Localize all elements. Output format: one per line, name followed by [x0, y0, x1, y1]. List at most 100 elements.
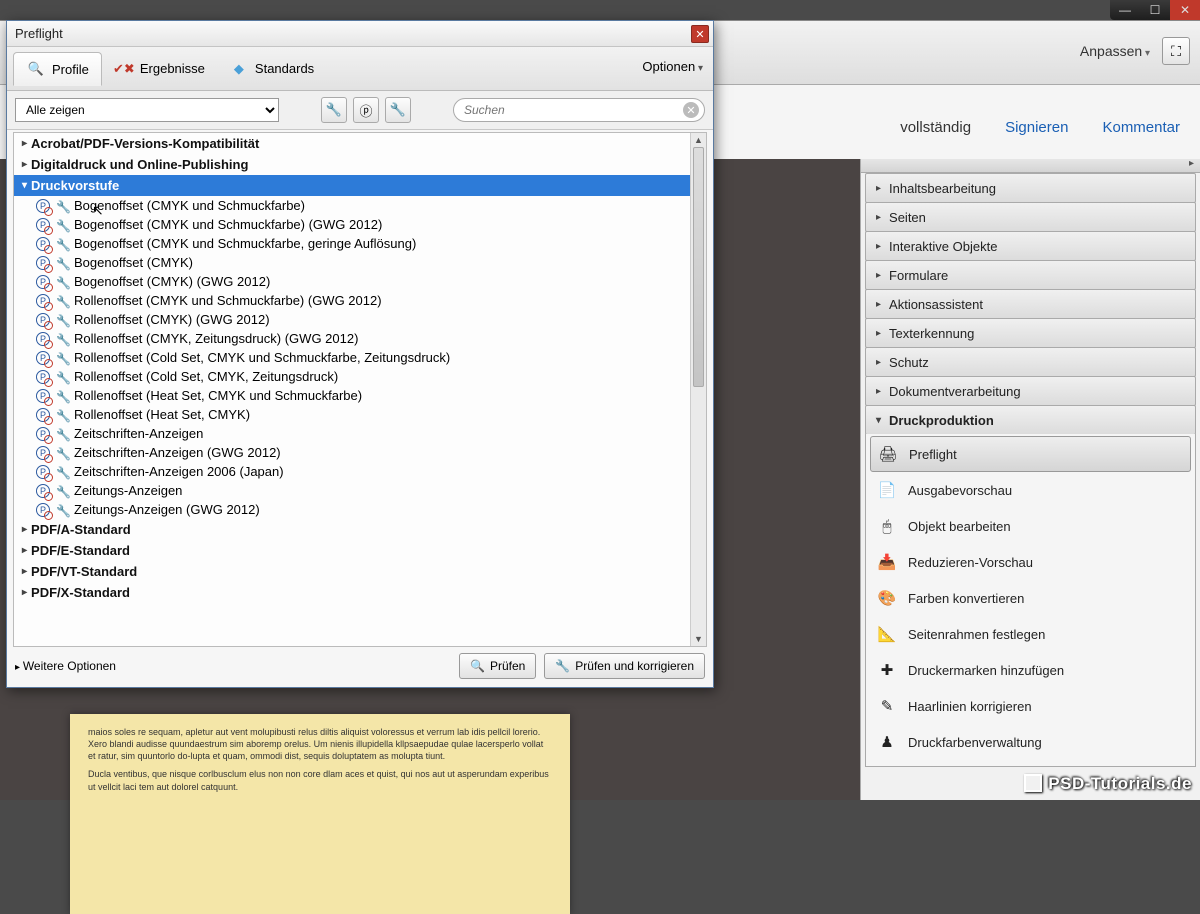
wrench-icon: 🔧 [56, 333, 68, 345]
toolbar-button-1[interactable]: 🔧 [321, 97, 347, 123]
pruefen-korrigieren-button[interactable]: 🔧 Prüfen und korrigieren [544, 653, 705, 679]
accordion-inhaltsbearbeitung[interactable]: Inhaltsbearbeitung [865, 173, 1196, 203]
scroll-up-icon[interactable]: ▲ [691, 133, 706, 147]
tool-reduzieren-vorschau[interactable]: 📥Reduzieren-Vorschau [870, 544, 1191, 580]
profile-item[interactable]: P🔧Rollenoffset (CMYK) (GWG 2012) [14, 310, 706, 329]
optionen-menu[interactable]: Optionen [642, 59, 703, 74]
profile-item[interactable]: P🔧Rollenoffset (Cold Set, CMYK und Schmu… [14, 348, 706, 367]
wrench-icon: 🔧 [56, 504, 68, 516]
profile-item[interactable]: P🔧Rollenoffset (Heat Set, CMYK) [14, 405, 706, 424]
tab-ergebnisse[interactable]: ✔✖ Ergebnisse [102, 53, 217, 85]
accordion-dokumentverarbeitung[interactable]: Dokumentverarbeitung [865, 376, 1196, 406]
profile-item[interactable]: P🔧Bogenoffset (CMYK) (GWG 2012) [14, 272, 706, 291]
profile-tree[interactable]: Acrobat/PDF-Versions-KompatibilitätDigit… [13, 132, 707, 647]
profile-icon: P [36, 237, 50, 251]
profile-icon: P [36, 389, 50, 403]
tab-vollstaendig[interactable]: vollständig [892, 115, 979, 140]
profile-label: Rollenoffset (Heat Set, CMYK und Schmuck… [74, 388, 362, 403]
magnifier-icon: 🔍 [26, 59, 46, 79]
profile-label: Rollenoffset (CMYK und Schmuckfarbe) (GW… [74, 293, 382, 308]
window-close-button[interactable]: ✕ [1170, 0, 1200, 20]
profile-icon: P [36, 218, 50, 232]
toolbar-button-2[interactable]: ⓟ [353, 97, 379, 123]
group-pdf-vt-standard[interactable]: PDF/VT-Standard [14, 561, 706, 582]
profile-label: Rollenoffset (Heat Set, CMYK) [74, 407, 250, 422]
weitere-optionen[interactable]: Weitere Optionen [15, 659, 116, 673]
search-input[interactable] [453, 98, 705, 122]
group-pdf-x-standard[interactable]: PDF/X-Standard [14, 582, 706, 603]
group-pdf-a-standard[interactable]: PDF/A-Standard [14, 519, 706, 540]
search-clear-icon[interactable]: ✕ [683, 102, 699, 118]
tool-druckermarken-hinzuf-gen[interactable]: ✚Druckermarken hinzufügen [870, 652, 1191, 688]
profile-item[interactable]: P🔧Bogenoffset (CMYK) [14, 253, 706, 272]
profile-icon: P [36, 294, 50, 308]
accordion-schutz[interactable]: Schutz [865, 347, 1196, 377]
tool-seitenrahmen-festlegen[interactable]: 📐Seitenrahmen festlegen [870, 616, 1191, 652]
tool-haarlinien-korrigieren[interactable]: ✎Haarlinien korrigieren [870, 688, 1191, 724]
wrench-icon: 🔧 [56, 447, 68, 459]
group-druckvorstufe[interactable]: Druckvorstufe [14, 175, 706, 196]
tool-objekt-bearbeiten[interactable]: 🖱Objekt bearbeiten [870, 508, 1191, 544]
profile-label: Rollenoffset (Cold Set, CMYK, Zeitungsdr… [74, 369, 338, 384]
filter-select[interactable]: Alle zeigen [15, 98, 279, 122]
profile-item[interactable]: P🔧Bogenoffset (CMYK und Schmuckfarbe) (G… [14, 215, 706, 234]
pruefen-button[interactable]: 🔍 Prüfen [459, 653, 536, 679]
tool-ausgabevorschau[interactable]: 📄Ausgabevorschau [870, 472, 1191, 508]
scroll-thumb[interactable] [693, 147, 704, 387]
tool-preflight[interactable]: 🖨Preflight [870, 436, 1191, 472]
tool-label: Druckfarbenverwaltung [908, 735, 1042, 750]
group-acrobat-pdf-versions-kompatibilit-t[interactable]: Acrobat/PDF-Versions-Kompatibilität [14, 133, 706, 154]
dialog-titlebar[interactable]: Preflight ✕ [7, 21, 713, 47]
profile-item[interactable]: P🔧Bogenoffset (CMYK und Schmuckfarbe, ge… [14, 234, 706, 253]
profile-label: Rollenoffset (CMYK, Zeitungsdruck) (GWG … [74, 331, 358, 346]
profile-item[interactable]: P🔧Zeitungs-Anzeigen (GWG 2012) [14, 500, 706, 519]
druckproduktion-tools: 🖨Preflight📄Ausgabevorschau🖱Objekt bearbe… [865, 434, 1196, 767]
profile-item[interactable]: P🔧Zeitschriften-Anzeigen 2006 (Japan) [14, 462, 706, 481]
tab-standards[interactable]: ◆ Standards [217, 53, 326, 85]
tool-label: Farben konvertieren [908, 591, 1024, 606]
tool-icon: 🖱 [878, 517, 896, 535]
tab-signieren[interactable]: Signieren [997, 115, 1076, 140]
scroll-down-icon[interactable]: ▼ [691, 632, 706, 646]
tools-panel: InhaltsbearbeitungSeitenInteraktive Obje… [860, 159, 1200, 800]
panel-header[interactable] [861, 159, 1200, 173]
accordion-formulare[interactable]: Formulare [865, 260, 1196, 290]
wrench-icon: 🔧 [56, 466, 68, 478]
wrench-icon: 🔧 [56, 314, 68, 326]
anpassen-menu[interactable]: Anpassen [1080, 43, 1150, 59]
scrollbar[interactable]: ▲ ▼ [690, 133, 706, 646]
accordion-seiten[interactable]: Seiten [865, 202, 1196, 232]
profile-item[interactable]: P🔧Rollenoffset (CMYK und Schmuckfarbe) (… [14, 291, 706, 310]
wrench-icon: 🔧 [56, 257, 68, 269]
profile-item[interactable]: P🔧Zeitungs-Anzeigen [14, 481, 706, 500]
tab-kommentar[interactable]: Kommentar [1094, 115, 1188, 140]
profile-item[interactable]: P🔧Zeitschriften-Anzeigen [14, 424, 706, 443]
wrench-icon: 🔧 [56, 219, 68, 231]
tool-label: Ausgabevorschau [908, 483, 1012, 498]
accordion-druckproduktion[interactable]: Druckproduktion [865, 405, 1196, 435]
button-label: Prüfen und korrigieren [575, 659, 694, 673]
accordion-aktionsassistent[interactable]: Aktionsassistent [865, 289, 1196, 319]
lorem-paragraph: Ducla ventibus, que nisque corlbusclum e… [88, 768, 552, 792]
tool-icon: 🖨 [879, 445, 897, 463]
fullscreen-button[interactable]: ⛶ [1162, 37, 1190, 65]
profile-item[interactable]: P🔧Zeitschriften-Anzeigen (GWG 2012) [14, 443, 706, 462]
profile-item[interactable]: P🔧Rollenoffset (Cold Set, CMYK, Zeitungs… [14, 367, 706, 386]
accordion-texterkennung[interactable]: Texterkennung [865, 318, 1196, 348]
document-page: maios soles re sequam, apletur aut vent … [70, 714, 570, 914]
group-pdf-e-standard[interactable]: PDF/E-Standard [14, 540, 706, 561]
tab-profile[interactable]: 🔍 Profile [13, 52, 102, 86]
profile-item[interactable]: P🔧Bogenoffset (CMYK und Schmuckfarbe)↖ [14, 196, 706, 215]
toolbar-button-3[interactable]: 🔧 [385, 97, 411, 123]
tool-druckfarbenverwaltung[interactable]: ♟Druckfarbenverwaltung [870, 724, 1191, 760]
profile-icon: P [36, 370, 50, 384]
tool-farben-konvertieren[interactable]: 🎨Farben konvertieren [870, 580, 1191, 616]
group-digitaldruck-und-online-publishing[interactable]: Digitaldruck und Online-Publishing [14, 154, 706, 175]
window-maximize-button[interactable]: ☐ [1140, 0, 1170, 20]
dialog-close-button[interactable]: ✕ [691, 25, 709, 43]
profile-item[interactable]: P🔧Rollenoffset (Heat Set, CMYK und Schmu… [14, 386, 706, 405]
window-minimize-button[interactable]: — [1110, 0, 1140, 20]
profile-icon: P [36, 313, 50, 327]
profile-item[interactable]: P🔧Rollenoffset (CMYK, Zeitungsdruck) (GW… [14, 329, 706, 348]
accordion-interaktive-objekte[interactable]: Interaktive Objekte [865, 231, 1196, 261]
